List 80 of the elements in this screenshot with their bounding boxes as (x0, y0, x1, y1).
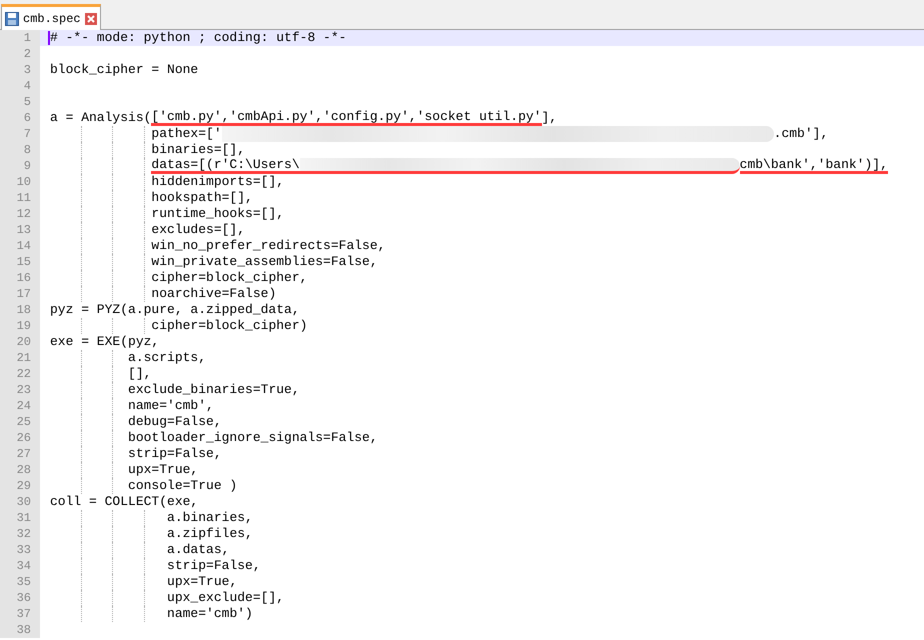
code-text: datas=[(r'C:\Users\ (151, 158, 300, 174)
code-line: pyz = PYZ(a.pure, a.zipped_data, (50, 302, 300, 318)
line-number: 35 (0, 574, 40, 590)
line-number: 12 (0, 206, 40, 222)
code-line: debug=False, (128, 414, 222, 430)
line-number: 1 (0, 30, 40, 46)
line-number: 28 (0, 462, 40, 478)
line-number: 25 (0, 414, 40, 430)
line-number: 6 (0, 110, 40, 126)
tab-label: cmb.spec (23, 10, 81, 28)
line-number: 36 (0, 590, 40, 606)
code-text: ], (542, 110, 558, 126)
line-number: 5 (0, 94, 40, 110)
line-number: 9 (0, 158, 40, 174)
code-line: a.scripts, (128, 350, 206, 366)
code-line: noarchive=False) (151, 286, 276, 302)
code-text: a = Analysis( (50, 110, 152, 126)
line-number: 24 (0, 398, 40, 414)
code-line: a.datas, (167, 542, 230, 558)
code-line: coll = COLLECT(exe, (50, 494, 198, 510)
code-line: cipher=block_cipher, (151, 270, 308, 286)
line-number: 38 (0, 622, 40, 638)
code-line: bootloader_ignore_signals=False, (128, 430, 378, 446)
code-line: console=True ) (128, 478, 238, 494)
code-line: strip=False, (167, 558, 261, 574)
line-number: 15 (0, 254, 40, 270)
line-number: 19 (0, 318, 40, 334)
line-number: 17 (0, 286, 40, 302)
code-line: exclude_binaries=True, (128, 382, 300, 398)
code-text: cmb\bank','bank')], (740, 158, 888, 174)
code-line: cipher=block_cipher) (151, 318, 308, 334)
code-text: .cmb'], (774, 126, 828, 142)
line-number: 16 (0, 270, 40, 286)
line-number: 21 (0, 350, 40, 366)
code-text: pathex=[' (151, 126, 222, 142)
code-line: upx=True, (167, 574, 238, 590)
save-icon (5, 12, 19, 26)
code-line: a.zipfiles, (167, 526, 253, 542)
code-line: [], (128, 366, 152, 382)
line-number: 27 (0, 446, 40, 462)
code-line: win_private_assemblies=False, (151, 254, 378, 270)
text-caret (48, 31, 50, 45)
code-line: block_cipher = None (50, 62, 198, 78)
line-number: 23 (0, 382, 40, 398)
line-number: 29 (0, 478, 40, 494)
code-line: hookspath=[], (151, 190, 253, 206)
line-number: 22 (0, 366, 40, 382)
line-number: 2 (0, 46, 40, 62)
line-number: 30 (0, 494, 40, 510)
code-line: upx_exclude=[], (167, 590, 284, 606)
line-number: 18 (0, 302, 40, 318)
line-number: 33 (0, 542, 40, 558)
close-icon[interactable] (84, 12, 97, 24)
line-number: 3 (0, 62, 40, 78)
line-number: 37 (0, 606, 40, 622)
code-line: runtime_hooks=[], (151, 206, 284, 222)
line-number: 32 (0, 526, 40, 542)
line-number: 26 (0, 430, 40, 446)
line-number: 4 (0, 78, 40, 94)
line-number: 11 (0, 190, 40, 206)
code-line: hiddenimports=[], (151, 174, 284, 190)
code-line: exe = EXE(pyz, (50, 334, 160, 350)
code-line: strip=False, (128, 446, 222, 462)
code-line: name='cmb', (128, 398, 214, 414)
code-line: name='cmb') (167, 606, 253, 622)
code-line: win_no_prefer_redirects=False, (151, 238, 386, 254)
line-number: 31 (0, 510, 40, 526)
line-number: 20 (0, 334, 40, 350)
line-number: 13 (0, 222, 40, 238)
line-number: 14 (0, 238, 40, 254)
code-line: # -*- mode: python ; coding: utf-8 -*- (50, 30, 346, 46)
line-number: 10 (0, 174, 40, 190)
line-number: 7 (0, 126, 40, 142)
line-number: 34 (0, 558, 40, 574)
code-line: upx=True, (128, 462, 198, 478)
code-line: excludes=[], (151, 222, 246, 238)
code-line: binaries=[], (151, 142, 246, 158)
code-line: a.binaries, (167, 510, 253, 526)
line-number: 8 (0, 142, 40, 158)
file-tab[interactable]: cmb.spec (1, 4, 101, 30)
